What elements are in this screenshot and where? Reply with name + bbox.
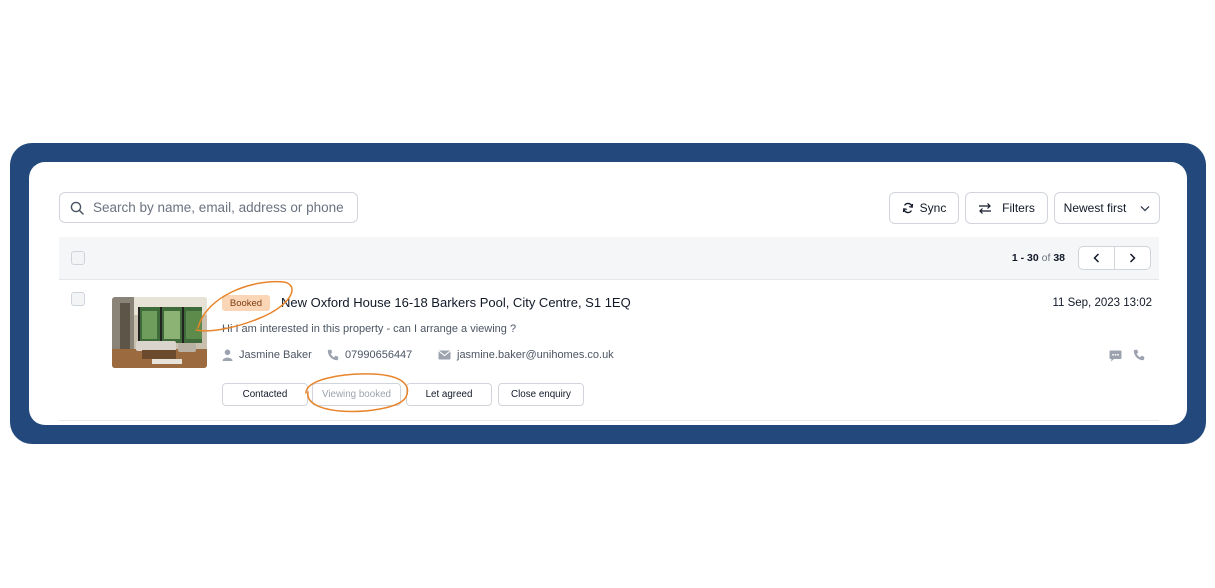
search-icon — [70, 201, 84, 215]
contact-phone-text: 07990656447 — [345, 349, 413, 361]
previous-page-button[interactable] — [1079, 247, 1115, 269]
call-icon[interactable] — [1133, 349, 1145, 361]
contacted-button[interactable]: Contacted — [222, 383, 308, 406]
sort-select[interactable]: Newest first — [1054, 192, 1160, 224]
chevron-right-icon — [1129, 253, 1136, 263]
contact-email-text: jasmine.baker@unihomes.co.uk — [457, 349, 614, 361]
status-badge: Booked — [222, 295, 270, 311]
chevron-left-icon — [1093, 253, 1100, 263]
pagination-total: 38 — [1053, 252, 1065, 264]
viewing-booked-button[interactable]: Viewing booked — [312, 383, 401, 406]
select-all-checkbox[interactable] — [71, 251, 85, 265]
let-agreed-button[interactable]: Let agreed — [406, 383, 492, 406]
filters-icon — [979, 203, 992, 214]
contact-name: Jasmine Baker — [222, 349, 312, 361]
next-page-button[interactable] — [1115, 247, 1150, 269]
enquiry-message: Hi I am interested in this property - ca… — [222, 323, 517, 335]
user-icon — [222, 349, 233, 361]
contact-email[interactable]: jasmine.baker@unihomes.co.uk — [438, 349, 614, 361]
pagination-summary: 1 - 30 of 38 — [1012, 252, 1065, 264]
list-header: 1 - 30 of 38 — [59, 237, 1159, 280]
phone-icon — [327, 349, 339, 361]
sync-button[interactable]: Sync — [889, 192, 959, 224]
sort-label: Newest first — [1063, 201, 1127, 215]
close-enquiry-button[interactable]: Close enquiry — [498, 383, 584, 406]
enquiries-panel: Sync Filters Newest first 1 - 30 of 38 — [29, 162, 1187, 425]
message-icon[interactable] — [1109, 350, 1122, 362]
property-address[interactable]: New Oxford House 16-18 Barkers Pool, Cit… — [281, 295, 631, 310]
enquiry-date: 11 Sep, 2023 13:02 — [1052, 297, 1152, 309]
filters-label: Filters — [1002, 201, 1035, 215]
property-thumbnail[interactable] — [112, 297, 207, 368]
row-checkbox[interactable] — [71, 292, 85, 306]
sync-label: Sync — [919, 201, 947, 215]
search-input[interactable] — [91, 199, 350, 216]
enquiry-row[interactable]: Booked New Oxford House 16-18 Barkers Po… — [59, 280, 1159, 421]
contact-name-text: Jasmine Baker — [239, 349, 312, 361]
contact-phone[interactable]: 07990656447 — [327, 349, 412, 361]
frame-border: Sync Filters Newest first 1 - 30 of 38 — [10, 143, 1206, 444]
pagination-range: 1 - 30 — [1011, 252, 1039, 264]
chevron-down-icon — [1140, 205, 1150, 211]
pagination-controls — [1078, 246, 1151, 270]
envelope-icon — [438, 350, 451, 360]
pagination-of: of — [1041, 252, 1051, 264]
filters-button[interactable]: Filters — [965, 192, 1048, 224]
search-box[interactable] — [59, 192, 358, 223]
sync-icon — [902, 202, 913, 214]
